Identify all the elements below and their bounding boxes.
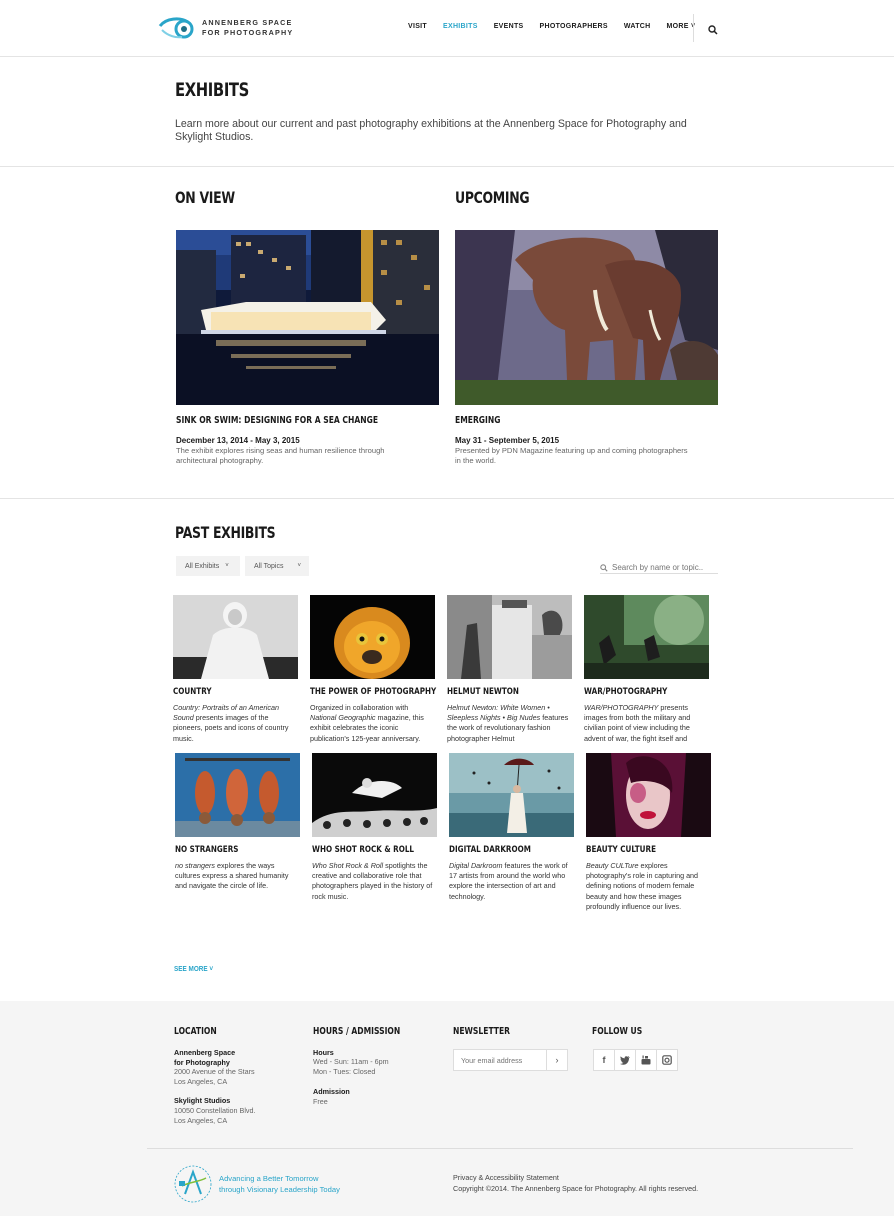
location-1-address: 2000 Avenue of the Stars Los Angeles, CA [174, 1067, 255, 1086]
copyright-text: Copyright ©2014. The Annenberg Space for… [453, 1183, 699, 1193]
card-title-who-shot-rock-and-roll[interactable]: WHO SHOT ROCK & ROLL [312, 845, 414, 855]
page-title: EXHIBITS [175, 79, 249, 101]
facebook-icon[interactable]: f [593, 1049, 615, 1071]
search-icon [600, 563, 608, 572]
main-nav: VISIT EXHIBITS EVENTS PHOTOGRAPHERS WATC… [408, 23, 711, 30]
privacy-link[interactable]: Privacy & Accessibility Statement [453, 1173, 698, 1184]
upcoming-desc: Presented by PDN Magazine featuring up a… [455, 446, 688, 465]
card-image-country[interactable] [173, 595, 298, 679]
newsletter-email-input[interactable] [454, 1050, 546, 1070]
footer-hours-heading: HOURS / ADMISSION [313, 1026, 401, 1037]
nav-visit[interactable]: VISIT [408, 23, 427, 30]
newsletter-submit-button[interactable]: › [546, 1050, 567, 1070]
chevron-right-icon: › [555, 1055, 559, 1065]
on-view-heading: ON VIEW [175, 188, 235, 207]
card-desc-who-shot-rock-and-roll: Who Shot Rock & Roll spotlights the crea… [312, 861, 433, 901]
location-2-name: Skylight Studios [174, 1096, 231, 1105]
on-view-desc: The exhibit explores rising seas and hum… [176, 446, 385, 465]
nav-events[interactable]: EVENTS [494, 23, 524, 30]
intro-text: Learn more about our current and past ph… [175, 118, 687, 143]
instagram-icon[interactable] [656, 1049, 678, 1071]
exhibit-search-input[interactable] [612, 563, 716, 572]
card-title-digital-darkroom[interactable]: DIGITAL DARKROOM [449, 845, 531, 855]
see-more-link[interactable]: SEE MORE ˅ [174, 964, 213, 973]
filter-topics-dropdown[interactable]: All Topics ˅ [245, 556, 309, 576]
site-logo[interactable]: ANNENBERG SPACE FOR PHOTOGRAPHY [158, 15, 298, 41]
card-image-digital-darkroom[interactable] [449, 753, 574, 837]
on-view-title[interactable]: SINK OR SWIM: DESIGNING FOR A SEA CHANGE [176, 415, 378, 426]
card-title-power-of-photography[interactable]: THE POWER OF PHOTOGRAPHY [310, 687, 436, 697]
filter-exhibits-label: All Exhibits [185, 562, 220, 570]
admission-text: Free [313, 1097, 328, 1106]
past-exhibits-heading: PAST EXHIBITS [175, 523, 276, 542]
card-title-no-strangers[interactable]: NO STRANGERS [175, 845, 238, 855]
upcoming-heading: UPCOMING [455, 188, 530, 207]
card-title-helmut-newton[interactable]: HELMUT NEWTON [447, 687, 519, 697]
card-desc-no-strangers: no strangers explores the ways cultures … [175, 861, 289, 891]
newsletter-form: › [453, 1049, 568, 1071]
nav-watch[interactable]: WATCH [624, 23, 651, 30]
hours-text: Wed - Sun: 11am - 6pm Mon - Tues: Closed [313, 1057, 389, 1076]
filter-exhibits-dropdown[interactable]: All Exhibits ˅ [176, 556, 240, 576]
footer-divider [147, 1148, 853, 1149]
card-image-war-photography[interactable] [584, 595, 709, 679]
card-image-power-of-photography[interactable] [310, 595, 435, 679]
footer-location-heading: LOCATION [174, 1026, 217, 1037]
logo-mark-icon [158, 16, 196, 40]
card-title-country[interactable]: COUNTRY [173, 687, 212, 697]
admission-label: Admission [313, 1087, 350, 1096]
card-desc-helmut-newton: Helmut Newton: White Women • Sleepless N… [447, 703, 569, 743]
card-title-beauty-culture[interactable]: BEAUTY CULTURE [586, 845, 656, 855]
intro-section: EXHIBITS Learn more about our current an… [0, 57, 894, 167]
nav-photographers[interactable]: PHOTOGRAPHERS [540, 23, 608, 30]
footer-tagline: Advancing a Better Tomorrow through Visio… [219, 1174, 340, 1194]
anniversary-badge-icon [173, 1164, 213, 1204]
location-1-name: Annenberg Space for Photography [174, 1048, 236, 1067]
card-image-who-shot-rock-and-roll[interactable] [312, 753, 437, 837]
chevron-down-icon: ˅ [297, 563, 301, 569]
footer-newsletter-heading: NEWSLETTER [453, 1026, 511, 1037]
card-desc-power-of-photography: Organized in collaboration with National… [310, 703, 424, 743]
site-footer [0, 1001, 894, 1216]
card-desc-war-photography: WAR/PHOTOGRAPHY presents images from bot… [584, 703, 691, 743]
location-2-address: 10050 Constellation Blvd. Los Angeles, CA [174, 1106, 256, 1125]
brand-line-1: ANNENBERG SPACE [202, 18, 293, 27]
filter-topics-label: All Topics [254, 562, 284, 570]
youtube-icon[interactable] [635, 1049, 657, 1071]
card-image-beauty-culture[interactable] [586, 753, 711, 837]
card-desc-beauty-culture: Beauty CULTure explores photography's ro… [586, 861, 699, 911]
site-header: ANNENBERG SPACE FOR PHOTOGRAPHY VISIT EX… [0, 0, 894, 57]
upcoming-image[interactable] [455, 230, 718, 405]
upcoming-date: May 31 - September 5, 2015 [455, 436, 560, 445]
section-divider [0, 498, 894, 499]
on-view-date: December 13, 2014 - May 3, 2015 [176, 436, 300, 445]
card-title-war-photography[interactable]: WAR/PHOTOGRAPHY [584, 687, 667, 697]
chevron-down-icon: ˅ [225, 563, 229, 569]
footer-follow-heading: FOLLOW US [592, 1026, 643, 1037]
upcoming-title[interactable]: EMERGING [455, 415, 500, 426]
card-desc-digital-darkroom: Digital Darkroom features the work of 17… [449, 861, 568, 901]
brand-line-2: FOR PHOTOGRAPHY [202, 28, 294, 37]
nav-more[interactable]: MORE ˅ [667, 23, 696, 30]
nav-exhibits[interactable]: EXHIBITS [443, 23, 478, 30]
card-image-no-strangers[interactable] [175, 753, 300, 837]
on-view-image[interactable] [176, 230, 439, 405]
footer-legal: Privacy & Accessibility Statement Copyri… [453, 1173, 698, 1194]
card-image-helmut-newton[interactable] [447, 595, 572, 679]
exhibit-search [600, 562, 718, 574]
nav-divider [693, 14, 694, 42]
twitter-icon[interactable] [614, 1049, 636, 1071]
search-icon[interactable] [708, 22, 720, 35]
card-desc-country: Country: Portraits of an American Sound … [173, 703, 289, 743]
